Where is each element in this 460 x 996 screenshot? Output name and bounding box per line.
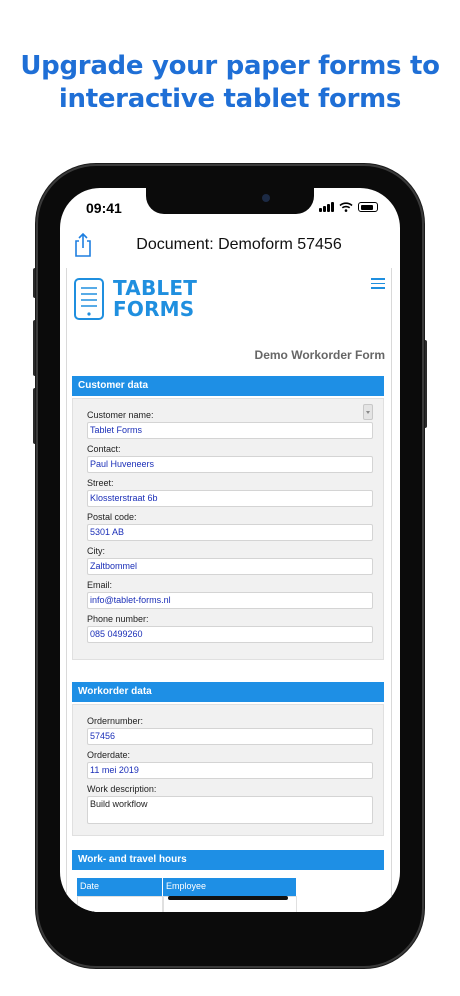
work-description-field[interactable]: Build workflow <box>87 796 373 824</box>
field-label: City: <box>87 546 105 556</box>
tablet-icon <box>74 278 104 320</box>
field-label: Email: <box>87 580 113 590</box>
signal-icon <box>319 202 334 212</box>
form-title: Demo Workorder Form <box>254 348 385 362</box>
logo-line-1: TABLET <box>113 276 198 300</box>
menu-icon[interactable] <box>371 278 385 292</box>
status-time: 09:41 <box>86 200 122 216</box>
promo-headline: Upgrade your paper forms to interactive … <box>0 50 460 116</box>
table-column: Date <box>77 878 163 912</box>
table-cell[interactable] <box>77 896 163 912</box>
headline-line-2: interactive tablet forms <box>58 84 402 114</box>
phone-power-button <box>422 340 427 428</box>
customer-dropdown-toggle[interactable] <box>363 404 373 420</box>
section-customer: Customer name: Tablet Forms Contact: Pau… <box>72 398 384 660</box>
status-icons <box>319 202 378 212</box>
section-header-customer: Customer data <box>72 376 384 396</box>
wifi-icon <box>339 202 353 212</box>
customer-name-field[interactable]: Tablet Forms <box>87 422 373 439</box>
logo-text: TABLET FORMS <box>113 278 197 320</box>
column-header-date: Date <box>77 878 163 896</box>
tablet-forms-logo: TABLET FORMS <box>73 278 197 322</box>
field-label: Postal code: <box>87 512 137 522</box>
logo-line-2: FORMS <box>113 297 195 321</box>
section-workorder: Ordernumber: 57456 Orderdate: 11 mei 201… <box>72 704 384 836</box>
form-page: TABLET FORMS Demo Workorder Form Custome… <box>66 268 392 912</box>
phone-screen: 09:41 Document: Demoform 57456 TABLET FO… <box>60 188 400 912</box>
notch <box>146 188 314 214</box>
column-header-employee: Employee <box>163 878 297 896</box>
camera-icon <box>262 194 270 202</box>
home-indicator[interactable] <box>168 896 288 900</box>
table-column: Employee <box>163 878 297 912</box>
contact-field[interactable]: Paul Huveneers <box>87 456 373 473</box>
postal-code-field[interactable]: 5301 AB <box>87 524 373 541</box>
field-label: Work description: <box>87 784 157 794</box>
hours-table: Date Employee <box>77 878 297 912</box>
section-header-hours: Work- and travel hours <box>72 850 384 870</box>
section-header-workorder: Workorder data <box>72 682 384 702</box>
document-title: Document: Demoform 57456 <box>136 236 342 253</box>
field-label: Orderdate: <box>87 750 131 760</box>
battery-icon <box>358 202 378 212</box>
nav-bar: Document: Demoform 57456 <box>60 228 400 264</box>
phone-number-field[interactable]: 085 0499260 <box>87 626 373 643</box>
street-field[interactable]: Klossterstraat 6b <box>87 490 373 507</box>
city-field[interactable]: Zaltbommel <box>87 558 373 575</box>
field-label: Ordernumber: <box>87 716 144 726</box>
headline-line-1: Upgrade your paper forms to <box>20 51 440 81</box>
field-label: Customer name: <box>87 410 154 420</box>
ordernumber-field[interactable]: 57456 <box>87 728 373 745</box>
email-field[interactable]: info@tablet-forms.nl <box>87 592 373 609</box>
field-label: Street: <box>87 478 114 488</box>
field-label: Contact: <box>87 444 121 454</box>
field-label: Phone number: <box>87 614 149 624</box>
orderdate-field[interactable]: 11 mei 2019 <box>87 762 373 779</box>
